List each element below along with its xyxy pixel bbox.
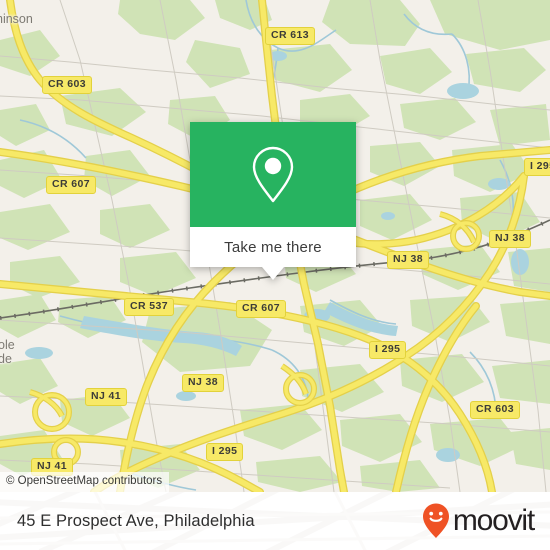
road-shield-cr-537: CR 537: [124, 298, 175, 316]
map-pin-icon: [252, 146, 294, 202]
popup-icon-area: [190, 122, 356, 227]
address-label: 45 E Prospect Ave, Philadelphia: [17, 511, 255, 530]
road-shield-nj-38: NJ 38: [489, 230, 532, 248]
road-shield-nj-38: NJ 38: [182, 374, 225, 392]
road-shield-i-295: I 295: [524, 158, 550, 176]
moovit-logo[interactable]: moovit: [421, 502, 535, 540]
popup-action-area[interactable]: Take me there: [190, 227, 356, 280]
moovit-pin-smile-icon: [422, 503, 449, 538]
road-shield-nj-41: NJ 41: [85, 388, 128, 406]
footer-bar: 45 E Prospect Ave, Philadelphia moovit: [0, 492, 550, 550]
take-me-there-label: Take me there: [224, 238, 322, 256]
road-shield-i-295: I 295: [369, 341, 407, 359]
popup-tail: [262, 267, 284, 280]
road-shield-nj-38: NJ 38: [387, 251, 430, 269]
place-label: hinson: [0, 12, 33, 26]
road-shield-cr-603: CR 603: [42, 76, 93, 94]
road-shield-cr-607: CR 607: [46, 176, 97, 194]
moovit-wordmark: moovit: [452, 504, 535, 537]
location-popup-card[interactable]: Take me there: [190, 122, 356, 280]
osm-attribution[interactable]: © OpenStreetMap contributors: [0, 472, 170, 492]
road-shield-i-295: I 295: [206, 443, 244, 461]
place-label: ole de: [0, 338, 15, 366]
road-shield-cr-613: CR 613: [265, 27, 316, 45]
road-shield-cr-607: CR 607: [236, 300, 287, 318]
map-screenshot: hinson ole de CR 613 CR 603 CR 607 I 295…: [0, 0, 550, 550]
road-shield-cr-603: CR 603: [470, 401, 521, 419]
